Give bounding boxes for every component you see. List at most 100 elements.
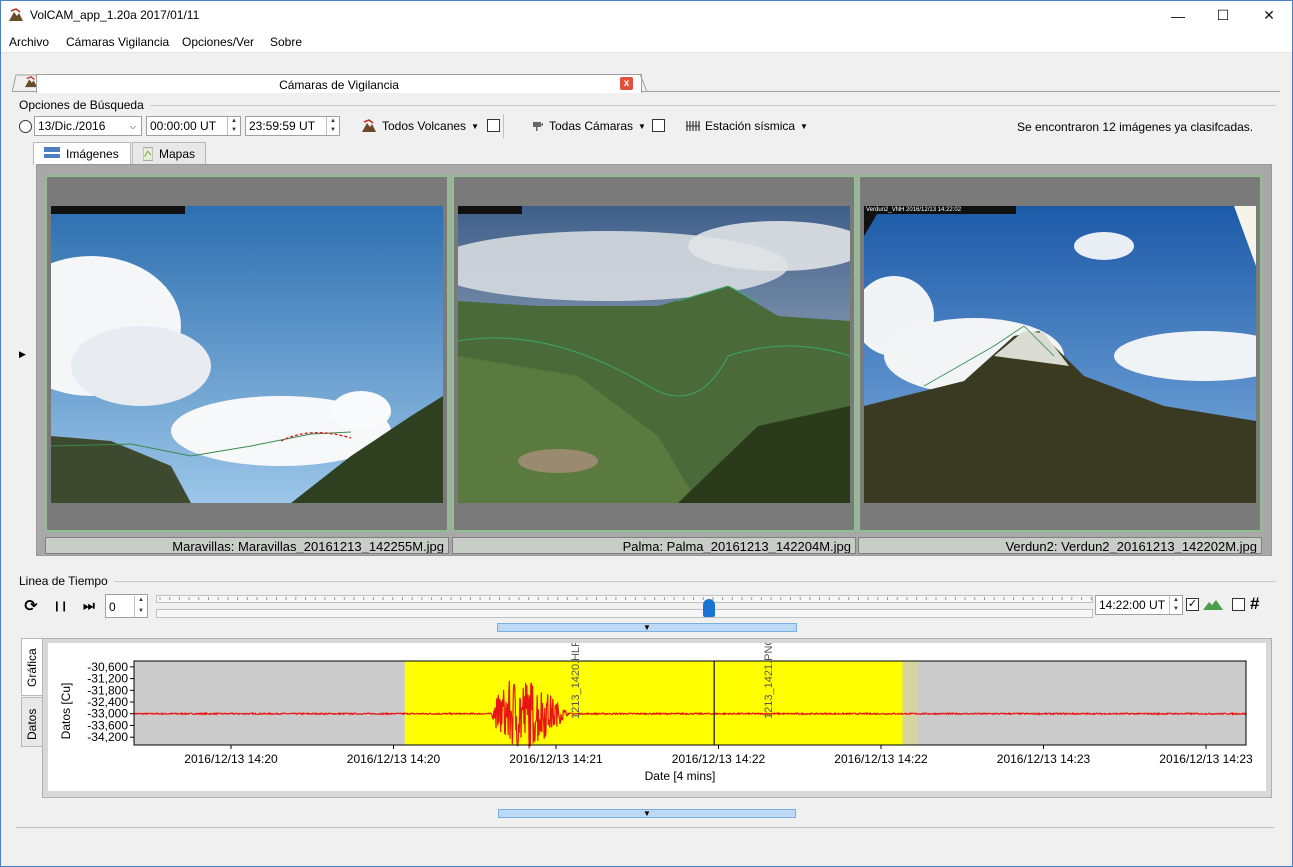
time-start-value: 00:00:00 UT <box>150 119 217 133</box>
camera-icon <box>533 122 543 131</box>
timeline-slider-track[interactable] <box>156 609 1093 618</box>
event-highlight-band <box>404 661 903 745</box>
photo-maravillas <box>51 206 443 503</box>
event-annotation-label: 1213_1420.HLP <box>570 643 582 719</box>
toolbar-separator <box>503 114 504 138</box>
volcano-filter-dropdown[interactable]: Todos Volcanes ▼ <box>361 119 479 133</box>
station-filter-dropdown[interactable]: Estación sísmica ▼ <box>686 119 808 133</box>
terrain-checkbox[interactable]: ✓ <box>1186 598 1199 611</box>
station-filter-label: Estación sísmica <box>705 119 796 133</box>
search-group-title: Opciones de Búsqueda <box>19 98 144 112</box>
maximize-button[interactable]: ☐ <box>1200 0 1246 31</box>
doc-tab-close-icon[interactable]: x <box>620 77 633 90</box>
event-annotation-label: 1213_1421.PNC <box>763 643 775 719</box>
date-select[interactable]: 13/Dic./2016 ⌵ <box>34 116 142 136</box>
menu-archivo[interactable]: Archivo <box>9 35 49 49</box>
photo-card-palma[interactable] <box>452 175 856 532</box>
doc-tab-camaras-vigilancia[interactable]: Cámaras de Vigilancia x <box>36 74 642 93</box>
current-time-input[interactable]: 14:22:00 UT ▲ ▼ <box>1095 595 1183 615</box>
minimize-button[interactable]: — <box>1155 0 1201 31</box>
side-tab-grafica[interactable]: Gráfica <box>21 638 43 696</box>
x-tick-label: 2016/12/13 14:20 <box>347 752 441 766</box>
timeline-ticks <box>159 597 1092 600</box>
mountain-icon[interactable] <box>1203 599 1223 610</box>
volcano-icon <box>362 119 376 132</box>
splitter-arrow-icon: ▼ <box>643 623 651 632</box>
step-value: 0 <box>109 600 116 614</box>
current-time-value: 14:22:00 UT <box>1099 598 1166 612</box>
side-tab-grafica-label: Gráfica <box>25 648 39 687</box>
time-end-value: 23:59:59 UT <box>249 119 316 133</box>
date-radio[interactable] <box>19 120 32 133</box>
title-bar: VolCAM_app_1.20a 2017/01/11 — ☐ ✕ <box>0 0 1293 31</box>
search-result-text: Se encontraron 12 imágenes ya clasifcada… <box>1017 120 1254 134</box>
camera-filter-checkbox[interactable] <box>652 119 665 132</box>
timeline-slider-handle[interactable] <box>702 599 715 617</box>
timeline-splitter-handle[interactable]: ▼ <box>497 623 797 632</box>
menu-bar: Archivo Cámaras Vigilancia Opciones/Ver … <box>0 31 1293 53</box>
timeline-group-title: Linea de Tiempo <box>19 574 108 588</box>
camera-filter-dropdown[interactable]: Todas Cámaras ▼ <box>532 119 646 133</box>
time-start-spinner[interactable]: ▲ ▼ <box>227 117 240 135</box>
x-axis-label: Date [4 mins] <box>645 769 716 783</box>
y-axis-label: Datos [Cu] <box>59 683 73 740</box>
pause-button[interactable]: ❙❙ <box>50 596 70 616</box>
date-value: 13/Dic./2016 <box>38 119 106 133</box>
tab-imagenes-label: Imágenes <box>66 147 119 161</box>
time-end-spinner[interactable]: ▲ ▼ <box>326 117 339 135</box>
grid-checkbox[interactable] <box>1232 598 1245 611</box>
photo-timestamp-overlay <box>51 206 185 214</box>
photo-timestamp-overlay <box>458 206 522 214</box>
seismic-chart: -30,600-31,200-31,800-32,400-33,000-33,6… <box>48 643 1266 791</box>
x-tick-label: 2016/12/13 14:22 <box>834 752 928 766</box>
search-group-line <box>150 105 1276 106</box>
x-tick-label: 2016/12/13 14:22 <box>672 752 766 766</box>
side-tab-datos-label: Datos <box>25 708 39 740</box>
step-input[interactable]: 0 ▲ ▼ <box>105 594 148 618</box>
skip-forward-button[interactable]: ⏭ <box>79 596 99 616</box>
x-tick-label: 2016/12/13 14:21 <box>509 752 603 766</box>
x-tick-label: 2016/12/13 14:23 <box>1159 752 1253 766</box>
app-logo-icon <box>9 8 23 21</box>
menu-camaras-vigilancia[interactable]: Cámaras Vigilancia <box>66 35 169 49</box>
grid-icon: # <box>1250 594 1260 613</box>
photo-palma <box>458 206 850 503</box>
tab-mapas-label: Mapas <box>158 147 195 161</box>
menu-opciones-ver[interactable]: Opciones/Ver <box>182 35 254 49</box>
x-tick-label: 2016/12/13 14:20 <box>184 752 278 766</box>
time-start-input[interactable]: 00:00:00 UT ▲ ▼ <box>146 116 241 136</box>
step-spinner[interactable]: ▲ ▼ <box>134 596 147 617</box>
side-tab-datos[interactable]: Datos <box>21 697 43 747</box>
photo-verdun2: Verdun2_VNH 2016/12/13 14:22:02 <box>864 206 1256 503</box>
photo-timestamp-overlay: Verdun2_VNH 2016/12/13 14:22:02 <box>864 206 1016 214</box>
menu-sobre[interactable]: Sobre <box>270 35 302 49</box>
volcano-filter-label: Todos Volcanes <box>382 119 467 133</box>
caret-down-icon: ▼ <box>471 121 479 131</box>
tab-imagenes[interactable]: Imágenes <box>33 142 131 165</box>
photo-caption-maravillas: Maravillas: Maravillas_20161213_142255M.… <box>45 537 449 554</box>
volcano-filter-checkbox[interactable] <box>487 119 500 132</box>
event-band-tail <box>902 661 918 745</box>
close-button[interactable]: ✕ <box>1246 0 1292 31</box>
timeline-group-line <box>114 581 1276 582</box>
map-icon <box>143 147 153 161</box>
photo-caption-verdun2: Verdun2: Verdun2_20161213_142202M.jpg <box>858 537 1262 554</box>
doc-tab-right-edge <box>640 74 648 93</box>
photo-card-verdun2[interactable]: Verdun2_VNH 2016/12/13 14:22:02 <box>858 175 1262 532</box>
refresh-button[interactable]: ⟳ <box>21 596 41 616</box>
bottom-divider <box>16 827 1274 828</box>
collapse-arrow-icon[interactable]: ▶ <box>19 349 26 360</box>
camera-filter-label: Todas Cámaras <box>549 119 634 133</box>
splitter-arrow-icon: ▼ <box>643 809 651 818</box>
photo-card-maravillas[interactable] <box>45 175 449 532</box>
current-time-spinner[interactable]: ▲ ▼ <box>1169 596 1182 614</box>
tab-mapas[interactable]: Mapas <box>132 142 206 164</box>
x-tick-label: 2016/12/13 14:23 <box>997 752 1091 766</box>
doc-tab-label: Cámaras de Vigilancia <box>279 78 399 92</box>
caret-down-icon: ▼ <box>638 121 646 131</box>
chart-splitter-handle[interactable]: ▼ <box>498 809 796 818</box>
photo-caption-palma: Palma: Palma_20161213_142204M.jpg <box>452 537 856 554</box>
time-end-input[interactable]: 23:59:59 UT ▲ ▼ <box>245 116 340 136</box>
chevron-down-icon: ⌵ <box>129 122 136 131</box>
image-icon <box>44 147 60 158</box>
